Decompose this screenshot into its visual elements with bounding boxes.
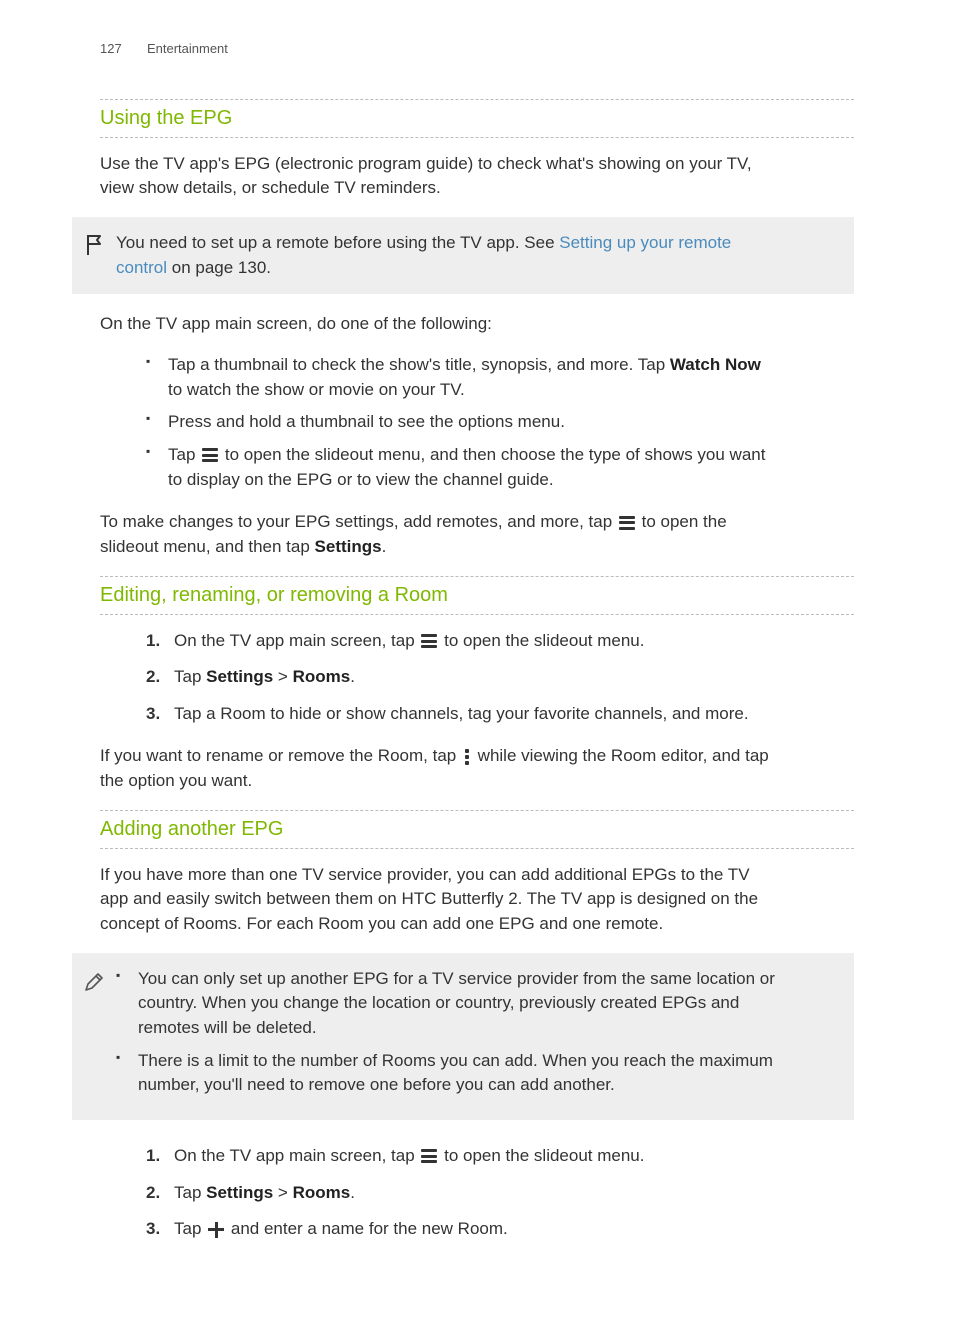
settings-label: Settings xyxy=(315,537,382,556)
note-text-pre: You need to set up a remote before using… xyxy=(116,233,559,252)
watch-now-label: Watch Now xyxy=(670,355,761,374)
note-list: You can only set up another EPG for a TV… xyxy=(116,967,778,1106)
heading-using-epg: Using the EPG xyxy=(100,99,854,138)
steps-list: On the TV app main screen, tap to open t… xyxy=(146,1144,778,1242)
pencil-icon xyxy=(72,967,116,1001)
prerequisite-note: You need to set up a remote before using… xyxy=(72,217,854,294)
closing-paragraph: To make changes to your EPG settings, ad… xyxy=(100,510,776,559)
action-list: Tap a thumbnail to check the show's titl… xyxy=(146,353,778,492)
lead-paragraph: On the TV app main screen, do one of the… xyxy=(100,312,776,337)
menu-icon xyxy=(202,448,218,462)
list-item: Tap to open the slideout menu, and then … xyxy=(146,443,778,492)
list-item: You can only set up another EPG for a TV… xyxy=(116,967,778,1041)
heading-editing-room: Editing, renaming, or removing a Room xyxy=(100,576,854,615)
step-item: Tap a Room to hide or show channels, tag… xyxy=(146,702,778,727)
step-item: On the TV app main screen, tap to open t… xyxy=(146,629,778,654)
section-name: Entertainment xyxy=(147,41,228,56)
menu-icon xyxy=(619,516,635,530)
note-text-post: on page 130. xyxy=(167,258,271,277)
step-item: On the TV app main screen, tap to open t… xyxy=(146,1144,778,1169)
plus-icon xyxy=(208,1222,224,1238)
step-item: Tap Settings > Rooms. xyxy=(146,1181,778,1206)
menu-icon xyxy=(421,634,437,648)
page-number: 127 xyxy=(100,41,122,56)
list-item: There is a limit to the number of Rooms … xyxy=(116,1049,778,1098)
informational-note: You can only set up another EPG for a TV… xyxy=(72,953,854,1120)
step-item: Tap Settings > Rooms. xyxy=(146,665,778,690)
heading-adding-epg: Adding another EPG xyxy=(100,810,854,849)
step-item: Tap and enter a name for the new Room. xyxy=(146,1217,778,1242)
steps-list: On the TV app main screen, tap to open t… xyxy=(146,629,778,727)
tail-paragraph: If you want to rename or remove the Room… xyxy=(100,744,776,793)
flag-icon xyxy=(72,231,116,265)
intro-paragraph: Use the TV app's EPG (electronic program… xyxy=(100,152,776,201)
list-item: Press and hold a thumbnail to see the op… xyxy=(146,410,778,435)
intro-paragraph: If you have more than one TV service pro… xyxy=(100,863,776,937)
overflow-icon xyxy=(464,749,470,765)
page-header: 127 Entertainment xyxy=(100,40,854,59)
list-item: Tap a thumbnail to check the show's titl… xyxy=(146,353,778,402)
menu-icon xyxy=(421,1149,437,1163)
